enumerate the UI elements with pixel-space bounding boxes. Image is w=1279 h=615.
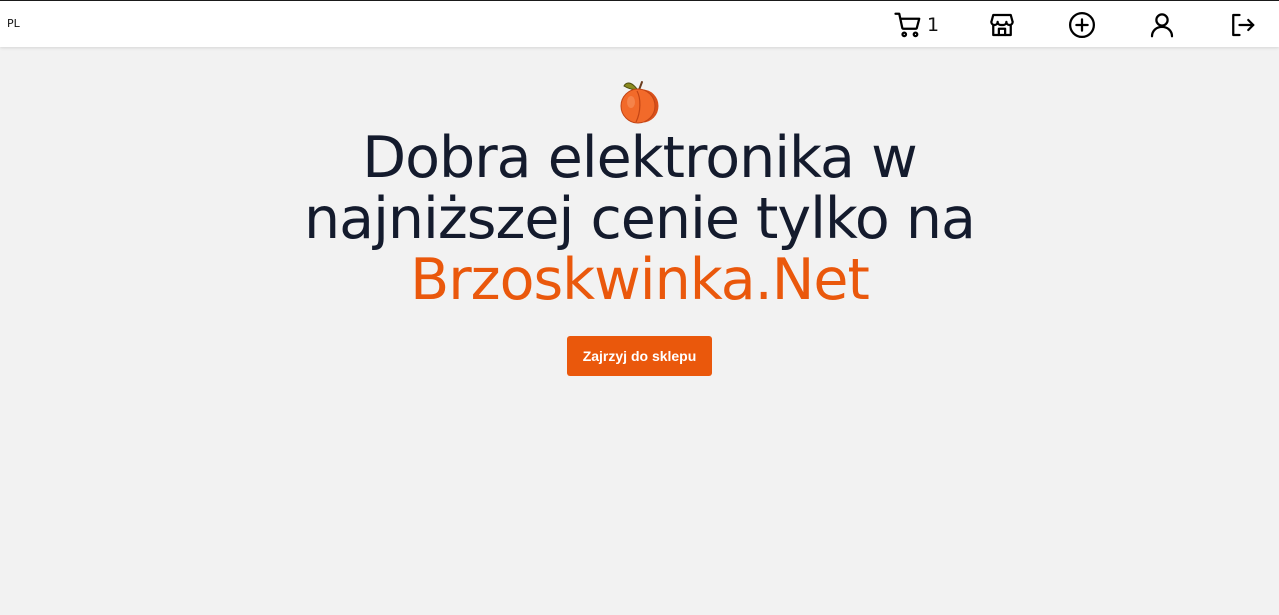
logout-icon: [1227, 10, 1257, 40]
visit-shop-button[interactable]: Zajrzyj do sklepu: [566, 336, 713, 376]
logout-button[interactable]: [1227, 10, 1257, 40]
store-icon: [987, 10, 1017, 40]
user-icon: [1147, 10, 1177, 40]
account-button[interactable]: [1147, 10, 1177, 40]
hero-section: Dobra elektronika w najniższej cenie tyl…: [0, 78, 1279, 376]
add-circle-icon: [1067, 10, 1097, 40]
peach-icon: [0, 78, 1279, 126]
add-product-button[interactable]: [1067, 10, 1097, 40]
cart-count-badge: 1: [927, 14, 940, 36]
cart-button[interactable]: 1: [893, 10, 939, 40]
cart-icon: [893, 10, 923, 40]
brand-name: Brzoskwinka.Net: [410, 247, 870, 313]
top-navbar: PL 1: [0, 0, 1279, 47]
store-button[interactable]: [987, 10, 1017, 40]
hero-headline: Dobra elektronika w najniższej cenie tyl…: [0, 128, 1279, 311]
headline-line-2: najniższej cenie tylko na: [304, 186, 976, 252]
language-switcher[interactable]: PL: [7, 17, 20, 30]
headline-line-1: Dobra elektronika w: [362, 125, 917, 191]
